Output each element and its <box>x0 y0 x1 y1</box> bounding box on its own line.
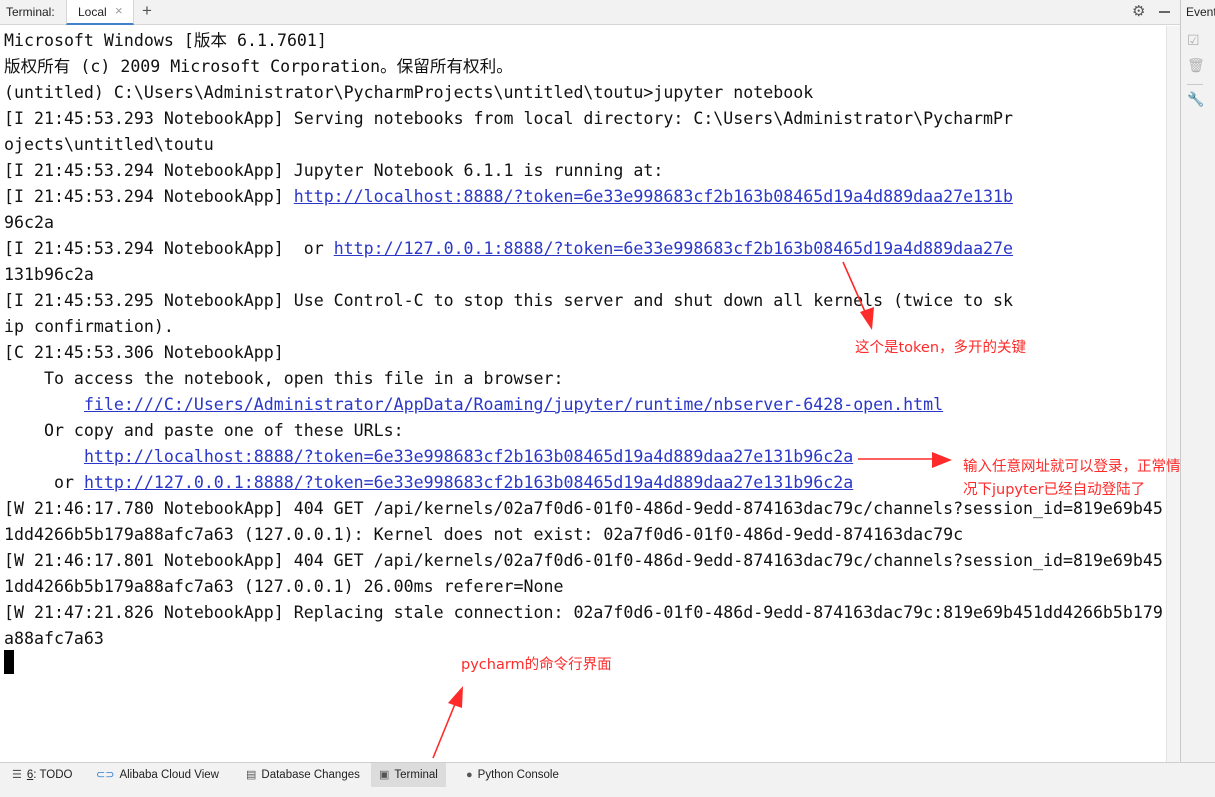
pycharm-annotation: pycharm的命令行界面 <box>461 657 612 673</box>
terminal-line: http://localhost:8888/?token=6e33e998683… <box>4 444 853 470</box>
terminal-line: or http://127.0.0.1:8888/?token=6e33e998… <box>4 470 853 496</box>
terminal-line: a88afc7a63 <box>4 629 104 648</box>
localhost-url-link[interactable]: http://localhost:8888/?token=6e33e998683… <box>84 447 853 466</box>
list-icon: ☰ <box>12 769 22 781</box>
terminal-line: file:///C:/Users/Administrator/AppData/R… <box>4 392 943 418</box>
database-icon: ▤ <box>246 769 257 781</box>
terminal-tab-label: Terminal <box>394 769 438 781</box>
indent: or <box>4 473 84 492</box>
event-log-panel: Event ☑ 🗑 🔧 <box>1180 0 1215 765</box>
terminal-line: [W 21:47:21.826 NotebookApp] Replacing s… <box>4 603 1163 622</box>
minimize-icon[interactable] <box>1159 11 1170 13</box>
terminal-title: Terminal: <box>6 5 55 19</box>
terminal-output[interactable]: Microsoft Windows [版本 6.1.7601] 版权所有 (c)… <box>0 26 1166 762</box>
tab-local-label: Local <box>78 5 107 19</box>
terminal-line: Or copy and paste one of these URLs: <box>4 421 404 440</box>
cloud-icon: ⊂⊃ <box>96 769 115 781</box>
terminal-line: [I 21:45:53.294 NotebookApp] or http://1… <box>4 236 1013 262</box>
terminal-line: [I 21:45:53.293 NotebookApp] Serving not… <box>4 109 1014 128</box>
url-annotation-line1: 输入任意网址就可以登录，正常情 <box>963 459 1181 475</box>
loopback-link[interactable]: http://127.0.0.1:8888/?token=6e33e998683… <box>334 239 1013 258</box>
terminal-scrollbar[interactable] <box>1166 26 1180 762</box>
terminal-line: [I 21:45:53.294 NotebookApp] http://loca… <box>4 184 1013 210</box>
terminal-line: [C 21:45:53.306 NotebookApp] <box>4 343 284 362</box>
python-console-label: Python Console <box>477 769 559 781</box>
terminal-line: [I 21:45:53.295 NotebookApp] Use Control… <box>4 291 1014 310</box>
checkbox-icon[interactable]: ☑ <box>1187 32 1200 49</box>
python-icon: ● <box>466 769 473 781</box>
alibaba-tab-label: Alibaba Cloud View <box>119 769 219 781</box>
terminal-line: 版权所有 (c) 2009 Microsoft Corporation。保留所有… <box>4 57 513 76</box>
terminal-line: [W 21:46:17.801 NotebookApp] 404 GET /ap… <box>4 551 1163 570</box>
terminal-line: 96c2a <box>4 213 54 232</box>
terminal-line: (untitled) C:\Users\Administrator\Pychar… <box>4 83 814 102</box>
gear-icon[interactable]: ⚙ <box>1132 2 1145 20</box>
terminal-tab-bar: Terminal: Local × + ⚙ <box>0 0 1180 25</box>
terminal-line: 1dd4266b5b179a88afc7a63 (127.0.0.1): Ker… <box>4 525 964 544</box>
alibaba-cloud-view-tab[interactable]: ⊂⊃ Alibaba Cloud View <box>88 763 227 787</box>
event-log-title[interactable]: Event <box>1186 5 1215 19</box>
terminal-icon: ▣ <box>379 769 390 781</box>
notebook-file-link[interactable]: file:///C:/Users/Administrator/AppData/R… <box>84 395 943 414</box>
terminal-line: To access the notebook, open this file i… <box>4 369 564 388</box>
terminal-cursor <box>4 650 14 674</box>
database-changes-label: Database Changes <box>261 769 360 781</box>
terminal-line: Microsoft Windows [版本 6.1.7601] <box>4 31 327 50</box>
database-changes-tab[interactable]: ▤ Database Changes <box>238 763 368 787</box>
todo-tab[interactable]: ☰ 6: TODO <box>4 763 80 787</box>
add-tab-icon[interactable]: + <box>142 1 152 21</box>
trash-icon[interactable]: 🗑 <box>1187 57 1205 74</box>
token-annotation: 这个是token，多开的关键 <box>855 340 1027 356</box>
terminal-line: 1dd4266b5b179a88afc7a63 (127.0.0.1) 26.0… <box>4 577 564 596</box>
panel-divider <box>1187 84 1203 85</box>
terminal-line: 131b96c2a <box>4 265 94 284</box>
log-prefix: [I 21:45:53.294 NotebookApp] or <box>4 239 334 258</box>
python-console-tab[interactable]: ● Python Console <box>458 763 567 787</box>
localhost-link[interactable]: http://localhost:8888/?token=6e33e998683… <box>294 187 1013 206</box>
terminal-tab[interactable]: ▣ Terminal <box>371 763 446 787</box>
log-prefix: [I 21:45:53.294 NotebookApp] <box>4 187 294 206</box>
wrench-icon[interactable]: 🔧 <box>1187 91 1204 108</box>
terminal-line: ojects\untitled\toutu <box>4 135 214 154</box>
close-icon[interactable]: × <box>115 3 123 18</box>
tab-local[interactable]: Local × <box>66 0 134 25</box>
terminal-line: [I 21:45:53.294 NotebookApp] Jupyter Not… <box>4 161 664 180</box>
tool-window-bar: ☰ 6: TODO ⊂⊃ Alibaba Cloud View ▤ Database … <box>0 762 1215 797</box>
loopback-url-link[interactable]: http://127.0.0.1:8888/?token=6e33e998683… <box>84 473 853 492</box>
terminal-line: ip confirmation). <box>4 317 174 336</box>
todo-tab-label: : TODO <box>33 769 73 781</box>
url-annotation-line2: 况下jupyter已经自动登陆了 <box>963 482 1146 498</box>
